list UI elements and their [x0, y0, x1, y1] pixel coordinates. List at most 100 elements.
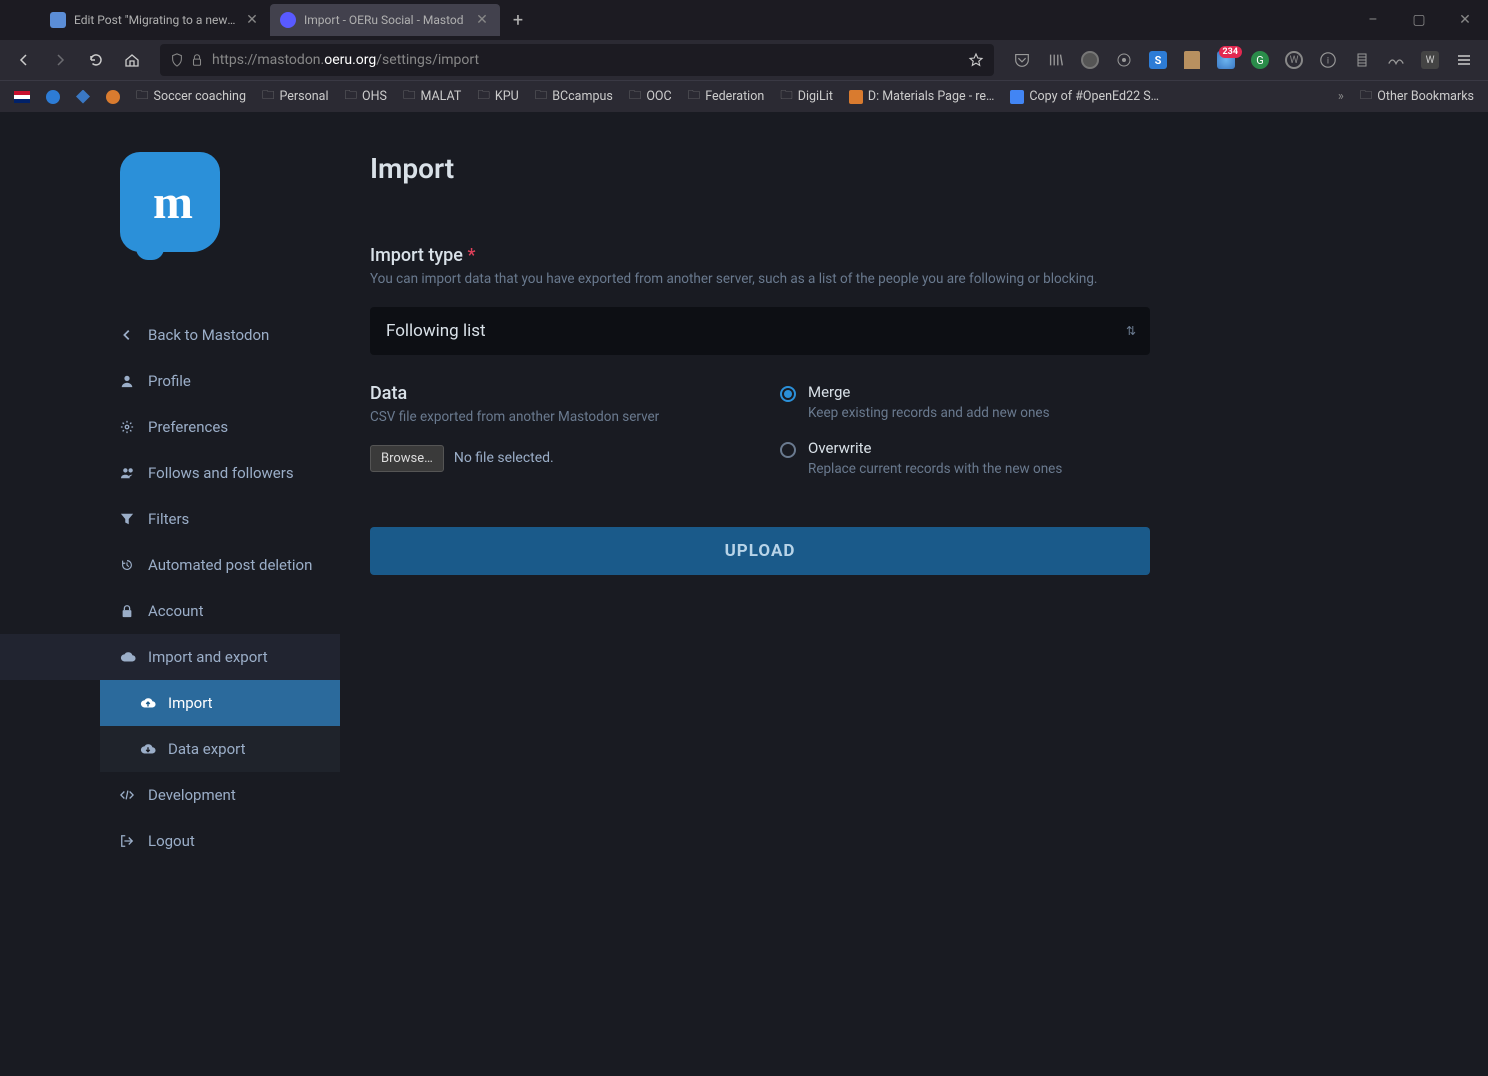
badge: 234: [1219, 46, 1243, 58]
sidebar-item-import-and-export[interactable]: Import and export: [0, 634, 340, 680]
home-button[interactable]: [116, 44, 148, 76]
sidebar-item-automated-post-deletion[interactable]: Automated post deletion: [0, 542, 340, 588]
bookmark-item[interactable]: Copy of #OpenEd22 S…: [1004, 86, 1165, 107]
sidebar-item-label: Import: [168, 694, 213, 712]
import-type-label: Import type *: [370, 245, 1150, 266]
sidebar-item-label: Automated post deletion: [148, 556, 312, 574]
bm-icon-1[interactable]: [8, 88, 36, 106]
url-text: https://mastodon.oeru.org/settings/impor…: [212, 52, 960, 68]
bm-icon-3[interactable]: [70, 87, 96, 107]
ext-icon-2[interactable]: [1108, 44, 1140, 76]
back-button[interactable]: [8, 44, 40, 76]
page-title: Import: [370, 152, 1150, 185]
ext-icon-9[interactable]: [1346, 44, 1378, 76]
sidebar-item-label: Filters: [148, 510, 189, 528]
folder-icon: 🗀: [688, 86, 701, 107]
sidebar-item-profile[interactable]: Profile: [0, 358, 340, 404]
sidebar-item-label: Development: [148, 786, 236, 804]
tab-favicon: [50, 12, 66, 28]
pocket-icon[interactable]: [1006, 44, 1038, 76]
browse-button[interactable]: Browse…: [370, 445, 444, 472]
ext-icon-8[interactable]: i: [1312, 44, 1344, 76]
toolbar-extensions: S 234 G W i W: [1006, 44, 1480, 76]
radio-merge[interactable]: Merge Keep existing records and add new …: [780, 383, 1150, 421]
ext-icon-6[interactable]: G: [1244, 44, 1276, 76]
users-icon: [120, 466, 136, 480]
bookmark-item[interactable]: 🗀MALAT: [397, 83, 467, 110]
other-bookmarks[interactable]: 🗀Other Bookmarks: [1354, 83, 1480, 110]
window-close[interactable]: ✕: [1442, 0, 1488, 40]
ext-icon-1[interactable]: [1074, 44, 1106, 76]
sidebar-item-follows-and-followers[interactable]: Follows and followers: [0, 450, 340, 496]
folder-icon: 🗀: [136, 86, 149, 107]
ext-icon-4[interactable]: [1176, 44, 1208, 76]
ext-icon-3[interactable]: S: [1142, 44, 1174, 76]
reload-button[interactable]: [80, 44, 112, 76]
mastodon-logo[interactable]: m: [0, 152, 340, 252]
hamburger-menu[interactable]: [1448, 44, 1480, 76]
code-icon: [120, 788, 136, 802]
link-icon: [1010, 90, 1024, 104]
svg-text:i: i: [1327, 57, 1329, 67]
bm-icon-2[interactable]: [40, 87, 66, 107]
tab-item-active[interactable]: Import - OERu Social - Mastod ✕: [270, 4, 500, 36]
radio-overwrite-desc: Replace current records with the new one…: [808, 461, 1062, 477]
nav-toolbar: https://mastodon.oeru.org/settings/impor…: [0, 40, 1488, 80]
bookmark-item[interactable]: 🗀BCcampus: [529, 83, 619, 110]
radio-overwrite[interactable]: Overwrite Replace current records with t…: [780, 439, 1150, 477]
data-hint: CSV file exported from another Mastodon …: [370, 408, 740, 427]
cloud-icon: [120, 650, 136, 664]
folder-icon: 🗀: [629, 86, 642, 107]
upload-button[interactable]: UPLOAD: [370, 527, 1150, 575]
close-icon[interactable]: ✕: [244, 12, 260, 28]
ext-icon-11[interactable]: W: [1414, 44, 1446, 76]
lock-icon: [120, 604, 136, 618]
bookmark-item[interactable]: 🗀DigiLit: [774, 83, 839, 110]
sidebar-subitem-import[interactable]: Import: [100, 680, 340, 726]
window-minimize[interactable]: –: [1350, 0, 1396, 40]
settings-sidebar: m Back to Mastodon ProfilePreferencesFoll…: [0, 112, 340, 1076]
filter-icon: [120, 512, 136, 526]
import-type-hint: You can import data that you have export…: [370, 270, 1150, 289]
sidebar-item-logout[interactable]: Logout: [0, 818, 340, 864]
bookmarks-overflow[interactable]: »: [1332, 89, 1350, 104]
bookmark-item[interactable]: 🗀Soccer coaching: [130, 83, 252, 110]
shield-icon: [170, 53, 184, 67]
new-tab-button[interactable]: +: [504, 6, 532, 34]
tab-title: Import - OERu Social - Mastod: [304, 13, 466, 27]
tab-item[interactable]: Edit Post "Migrating to a new M ✕: [40, 4, 270, 36]
sidebar-item-filters[interactable]: Filters: [0, 496, 340, 542]
sidebar-item-label: Back to Mastodon: [148, 326, 269, 344]
sidebar-item-development[interactable]: Development: [0, 772, 340, 818]
bookmark-item[interactable]: 🗀OOC: [623, 83, 678, 110]
window-maximize[interactable]: ▢: [1396, 0, 1442, 40]
bookmark-star-icon[interactable]: [968, 52, 984, 68]
bookmark-item[interactable]: 🗀KPU: [471, 83, 524, 110]
radio-icon: [780, 442, 796, 458]
history-icon: [120, 558, 136, 572]
bm-icon-4[interactable]: [100, 87, 126, 107]
library-icon[interactable]: [1040, 44, 1072, 76]
bookmark-item[interactable]: D: Materials Page - re…: [843, 86, 1000, 107]
sidebar-subitem-data-export[interactable]: Data export: [100, 726, 340, 772]
close-icon[interactable]: ✕: [474, 12, 490, 28]
chevron-left-icon: [120, 328, 136, 342]
lock-icon: [190, 53, 204, 67]
ext-icon-7[interactable]: W: [1278, 44, 1310, 76]
sidebar-item-preferences[interactable]: Preferences: [0, 404, 340, 450]
radio-merge-desc: Keep existing records and add new ones: [808, 405, 1050, 421]
forward-button[interactable]: [44, 44, 76, 76]
folder-icon: 🗀: [262, 86, 275, 107]
sidebar-item-account[interactable]: Account: [0, 588, 340, 634]
url-bar[interactable]: https://mastodon.oeru.org/settings/impor…: [160, 44, 994, 76]
cloud-down-icon: [140, 742, 156, 756]
bookmark-item[interactable]: 🗀Federation: [682, 83, 771, 110]
ext-icon-5[interactable]: 234: [1210, 44, 1242, 76]
radio-merge-label: Merge: [808, 383, 1050, 401]
ext-icon-10[interactable]: [1380, 44, 1412, 76]
bookmark-item[interactable]: 🗀OHS: [339, 83, 393, 110]
sidebar-item-back-to-mastodon[interactable]: Back to Mastodon: [0, 312, 340, 358]
import-type-select[interactable]: Following list: [370, 307, 1150, 355]
sidebar-item-label: Account: [148, 602, 204, 620]
bookmark-item[interactable]: 🗀Personal: [256, 83, 335, 110]
